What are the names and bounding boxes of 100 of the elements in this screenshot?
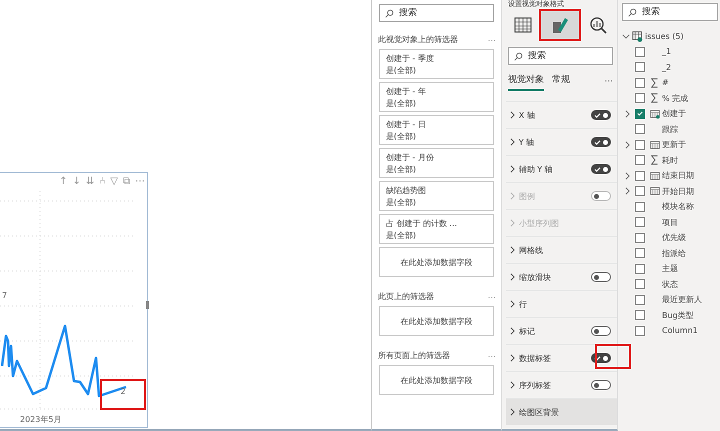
format-section[interactable]: 网格线 bbox=[506, 236, 617, 263]
checkbox[interactable] bbox=[635, 202, 645, 212]
toggle-switch[interactable] bbox=[591, 110, 611, 120]
toggle-switch[interactable] bbox=[591, 272, 611, 282]
checkbox[interactable] bbox=[635, 124, 645, 134]
drop-zone[interactable]: 在此处添加数据字段 bbox=[378, 365, 494, 395]
format-section[interactable]: 绘图区背景 bbox=[506, 398, 617, 425]
checkbox[interactable] bbox=[635, 62, 645, 72]
line-chart-visual[interactable]: ↑ ↓ ⇊ ⑃ ▽ ⧉ ⋯ 7 2 2023年5月 bbox=[0, 172, 148, 428]
field-name[interactable]: 状态 bbox=[662, 278, 678, 290]
drop-zone[interactable]: 在此处添加数据字段 bbox=[378, 306, 494, 336]
format-section[interactable]: 辅助 Y 轴 bbox=[506, 155, 617, 182]
field-name[interactable]: # bbox=[662, 78, 669, 88]
checkbox[interactable] bbox=[635, 326, 645, 336]
checkbox[interactable] bbox=[635, 170, 645, 181]
checkbox[interactable] bbox=[635, 248, 645, 258]
checkbox[interactable] bbox=[635, 310, 645, 320]
checkbox[interactable] bbox=[635, 186, 645, 196]
checkbox[interactable] bbox=[635, 140, 645, 150]
check-icon bbox=[594, 166, 601, 172]
filter-card[interactable]: 创建于 - 年 是(全部) bbox=[378, 82, 494, 112]
section-label: 网格线 bbox=[518, 244, 544, 256]
sigma-icon bbox=[650, 93, 660, 104]
checkbox[interactable] bbox=[635, 108, 645, 119]
filter-card[interactable]: 创建于 - 季度 是(全部) bbox=[378, 49, 494, 79]
chevron-icon[interactable] bbox=[622, 34, 630, 39]
format-section[interactable]: 标记 bbox=[506, 317, 617, 344]
field-name[interactable]: 优先级 bbox=[662, 232, 686, 244]
check-icon bbox=[637, 111, 643, 116]
section-label: 序列标签 bbox=[518, 380, 552, 390]
resize-handle[interactable] bbox=[146, 301, 149, 309]
checkbox[interactable] bbox=[635, 217, 645, 228]
paint-brush-icon bbox=[551, 16, 570, 34]
checkbox[interactable] bbox=[635, 264, 645, 274]
drop-zone[interactable]: 在此处添加数据字段 bbox=[378, 247, 494, 277]
section-title: 此页上的筛选器 bbox=[378, 291, 434, 302]
field-name[interactable]: 主题 bbox=[662, 263, 678, 274]
chevron-icon bbox=[510, 273, 515, 281]
filter-value: 是(全部) bbox=[386, 197, 418, 209]
toggle-switch[interactable] bbox=[591, 326, 611, 336]
chevron-icon bbox=[510, 219, 515, 227]
toggle-switch[interactable] bbox=[591, 164, 611, 174]
chevron-icon bbox=[510, 138, 515, 146]
chevron-icon[interactable] bbox=[624, 172, 630, 180]
checkbox[interactable] bbox=[635, 78, 645, 88]
field-name[interactable]: 模块名称 bbox=[662, 201, 694, 212]
checkbox[interactable] bbox=[635, 232, 645, 243]
filter-card[interactable]: 创建于 - 月份 是(全部) bbox=[378, 148, 494, 178]
field-name[interactable]: 结束日期 bbox=[662, 170, 694, 182]
toggle-switch[interactable] bbox=[591, 380, 611, 390]
field-name[interactable]: _2 bbox=[662, 62, 672, 72]
checkbox[interactable] bbox=[635, 294, 645, 305]
format-section[interactable]: 数据标签 bbox=[506, 344, 617, 371]
chevron-icon bbox=[510, 165, 515, 173]
more-button[interactable]: ··· bbox=[604, 77, 613, 87]
toggle-switch[interactable] bbox=[591, 353, 611, 363]
field-name[interactable]: 跟踪 bbox=[662, 124, 678, 135]
field-name[interactable]: 更新于 bbox=[662, 139, 686, 150]
field-name[interactable]: % 完成 bbox=[662, 92, 688, 104]
field-name[interactable]: 最近更新人 bbox=[662, 294, 702, 306]
field-name[interactable]: 耗时 bbox=[662, 154, 678, 166]
chevron-icon[interactable] bbox=[624, 110, 630, 118]
search-icon bbox=[514, 52, 523, 60]
calendar-icon bbox=[650, 108, 660, 119]
chevron-icon bbox=[510, 192, 515, 200]
field-name[interactable]: 创建于 bbox=[662, 108, 686, 120]
chevron-icon[interactable] bbox=[624, 140, 630, 149]
format-section[interactable]: Y 轴 bbox=[506, 128, 617, 155]
checkbox[interactable] bbox=[635, 155, 645, 166]
field-name[interactable]: 指派给 bbox=[662, 248, 686, 259]
filter-value: 是(全部) bbox=[386, 230, 418, 242]
section-title: 此视觉对象上的筛选器 bbox=[378, 34, 458, 45]
format-section[interactable]: X 轴 bbox=[506, 101, 617, 128]
check-icon bbox=[594, 356, 601, 360]
calendar-icon bbox=[650, 170, 660, 181]
filter-name: 缺陷趋势图 bbox=[386, 185, 427, 197]
toggle-switch[interactable] bbox=[591, 137, 611, 147]
format-section[interactable]: 缩放滑块 bbox=[506, 263, 617, 290]
chevron-icon bbox=[510, 354, 515, 362]
checkbox[interactable] bbox=[635, 46, 645, 57]
filter-card[interactable]: 创建于 - 日 是(全部) bbox=[378, 115, 494, 145]
chevron-icon[interactable] bbox=[624, 187, 630, 196]
check-icon bbox=[594, 140, 601, 144]
checkbox[interactable] bbox=[635, 93, 645, 104]
field-name[interactable]: 项目 bbox=[662, 216, 678, 228]
section-label: 图例 bbox=[518, 190, 536, 202]
filter-card[interactable]: 缺陷趋势图 是(全部) bbox=[378, 181, 494, 211]
field-name[interactable]: _1 bbox=[662, 47, 672, 56]
filter-card[interactable]: 占 创建于 的计数 ... 是(全部) bbox=[378, 214, 494, 244]
table-name[interactable]: issues (5) bbox=[645, 32, 684, 41]
field-name[interactable]: Bug类型 bbox=[662, 310, 694, 321]
tab[interactable]: 常规 bbox=[552, 73, 570, 91]
calendar-icon bbox=[650, 186, 660, 196]
field-name[interactable]: Column1 bbox=[662, 326, 698, 336]
format-section[interactable]: 行 bbox=[506, 290, 617, 317]
magnifier-chart-icon bbox=[588, 16, 607, 34]
field-name[interactable]: 开始日期 bbox=[662, 186, 694, 197]
checkbox[interactable] bbox=[635, 279, 645, 290]
search-icon bbox=[384, 8, 394, 18]
tab[interactable]: 视觉对象 bbox=[508, 73, 544, 91]
